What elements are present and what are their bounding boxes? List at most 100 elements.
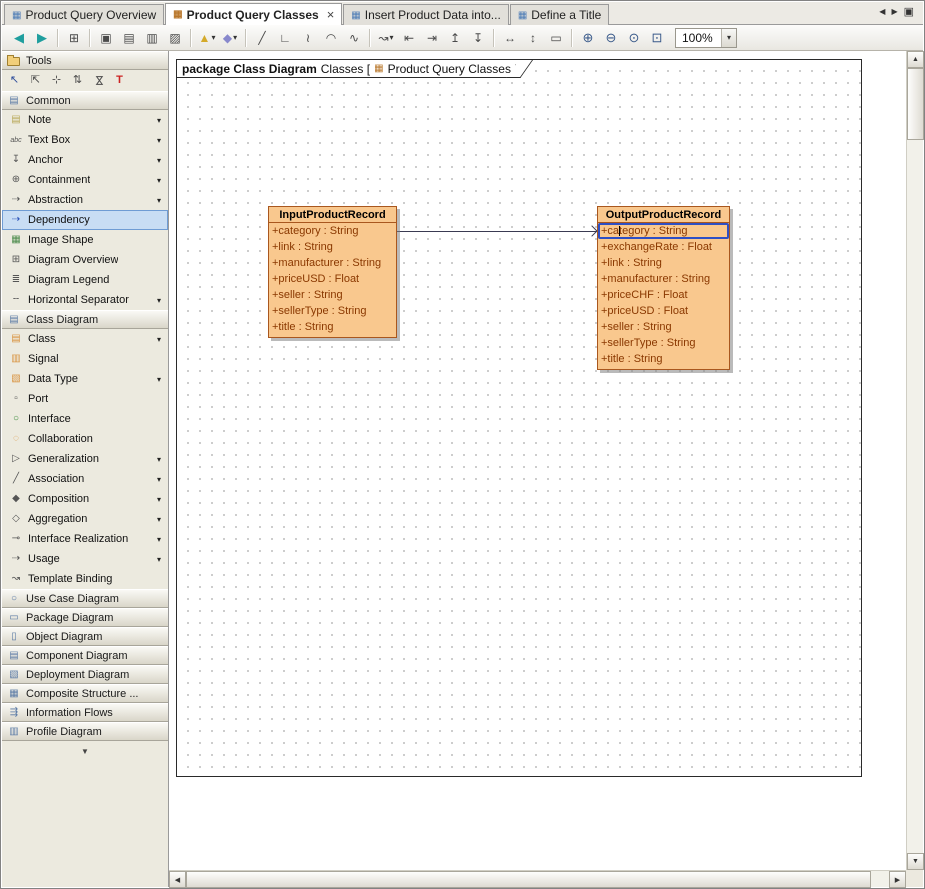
palette-header-component-diagram[interactable]: ▤ Component Diagram [2,646,168,665]
bezier-path-button[interactable]: ≀ [297,27,319,49]
palette-item-abstraction[interactable]: ⇢ Abstraction ▾ [2,190,168,210]
class-attribute[interactable]: +seller : String [269,287,396,303]
palette-item-association[interactable]: ╱ Association ▾ [2,469,168,489]
palette-item-port[interactable]: ▫ Port [2,389,168,409]
swimlane-tool-button[interactable]: ◆ ▾ [219,27,241,49]
class-attribute[interactable]: +title : String [269,319,396,335]
zoom-in-button[interactable]: ⊕ [577,27,599,49]
palette-header-package-diagram[interactable]: ▭ Package Diagram [2,608,168,627]
palette-item-anchor[interactable]: ↧ Anchor ▾ [2,150,168,170]
scroll-right-icon[interactable]: ▶ [889,871,906,888]
forward-button[interactable]: ▶ [31,27,53,49]
palette-item-note[interactable]: ▤ Note ▾ [2,110,168,130]
same-width-button[interactable]: ↔ [499,27,521,49]
class-attribute[interactable]: +priceUSD : Float [269,271,396,287]
same-height-button[interactable]: ↕ [522,27,544,49]
back-button[interactable]: ◀ [8,27,30,49]
palette-item-interface-realization[interactable]: ⊸ Interface Realization ▾ [2,529,168,549]
palette-item-aggregation[interactable]: ◇ Aggregation ▾ [2,509,168,529]
palette-dropdown-arrow-icon[interactable]: ▾ [157,475,164,484]
class-attribute[interactable]: +sellerType : String [269,303,396,319]
palette-item-diagram-legend[interactable]: ≣ Diagram Legend [2,270,168,290]
vertical-scrollbar-thumb[interactable] [907,68,924,140]
horizontal-scrollbar-thumb[interactable] [186,871,871,888]
palette-header-composite-structure[interactable]: ▦ Composite Structure ... [2,684,168,703]
class-attribute[interactable]: +exchangeRate : Float [598,239,729,255]
palette-header-deployment-diagram[interactable]: ▧ Deployment Diagram [2,665,168,684]
palette-item-usage[interactable]: ⇢ Usage ▾ [2,549,168,569]
palette-header-object-diagram[interactable]: ▯ Object Diagram [2,627,168,646]
class-attribute[interactable]: +category : String [598,223,729,239]
tab-product-query-classes[interactable]: ▦ Product Query Classes × [165,3,342,25]
pan-tool-button[interactable]: ⊹ [47,72,66,90]
palette-item-diagram-overview[interactable]: ⊞ Diagram Overview [2,250,168,270]
class-attribute[interactable]: +seller : String [598,319,729,335]
paste-button[interactable]: ▤ [118,27,140,49]
tab-insert-product-data[interactable]: ▦ Insert Product Data into... [343,4,509,25]
shape-tool-button[interactable]: ▲ ▾ [196,27,218,49]
zoom-out-button[interactable]: ⊖ [600,27,622,49]
palette-item-text-box[interactable]: abc Text Box ▾ [2,130,168,150]
insert-right-button[interactable]: ⇥ [421,27,443,49]
palette-dropdown-arrow-icon[interactable]: ▾ [157,555,164,564]
diagram-canvas[interactable]: package Class Diagram Classes [ ▦ Produc… [169,51,906,870]
palette-header-tools[interactable]: Tools [2,51,168,70]
palette-item-class[interactable]: ▤ Class ▾ [2,329,168,349]
class-name[interactable]: InputProductRecord [269,207,396,223]
palette-header-common[interactable]: ▤ Common [2,91,168,110]
class-attribute[interactable]: +manufacturer : String [269,255,396,271]
uml-class-input-product-record[interactable]: InputProductRecord +category : String +l… [268,206,397,338]
palette-header-profile-diagram[interactable]: ▥ Profile Diagram [2,722,168,741]
palette-item-interface[interactable]: ○ Interface [2,409,168,429]
marquee-tool-button[interactable]: ⇱ [26,72,45,90]
close-icon[interactable]: × [327,10,335,20]
zoom-1-1-button[interactable]: ⊙ [623,27,645,49]
class-attribute[interactable]: +priceUSD : Float [598,303,729,319]
dependency-connector[interactable] [397,231,597,232]
tab-product-query-overview[interactable]: ▦ Product Query Overview [4,4,164,25]
text-tool-button[interactable]: T [110,72,129,90]
palette-dropdown-arrow-icon[interactable]: ▾ [157,196,164,205]
select-in-containment-tree-button[interactable]: ⊞ [63,27,85,49]
rectilinear-path-button[interactable]: ∟ [274,27,296,49]
curve-path-button[interactable]: ◠ [320,27,342,49]
palette-item-composition[interactable]: ◆ Composition ▾ [2,489,168,509]
clone-button[interactable]: ▨ [164,27,186,49]
scroll-up-icon[interactable]: ▲ [907,51,924,68]
class-attribute[interactable]: +category : String [269,223,396,239]
palette-dropdown-arrow-icon[interactable]: ▾ [157,296,164,305]
class-attribute[interactable]: +link : String [598,255,729,271]
palette-item-template-binding[interactable]: ↝ Template Binding [2,569,168,589]
class-attribute[interactable]: +sellerType : String [598,335,729,351]
palette-item-generalization[interactable]: ▷ Generalization ▾ [2,449,168,469]
same-size-button[interactable]: ▭ [545,27,567,49]
palette-dropdown-arrow-icon[interactable]: ▾ [157,156,164,165]
paste-special-button[interactable]: ▥ [141,27,163,49]
palette-dropdown-arrow-icon[interactable]: ▾ [157,455,164,464]
horizontal-scrollbar[interactable]: ◀ ▶ [169,870,906,887]
tab-scroll-left-icon[interactable]: ◀ [879,7,885,16]
insert-left-button[interactable]: ⇤ [398,27,420,49]
palette-dropdown-arrow-icon[interactable]: ▾ [157,375,164,384]
palette-header-class-diagram[interactable]: ▤ Class Diagram [2,310,168,329]
class-attribute[interactable]: +link : String [269,239,396,255]
palette-item-containment[interactable]: ⊕ Containment ▾ [2,170,168,190]
spline-path-button[interactable]: ∿ [343,27,365,49]
palette-item-signal[interactable]: ▥ Signal [2,349,168,369]
palette-item-dependency[interactable]: ⇢ Dependency [2,210,168,230]
class-attribute[interactable]: +manufacturer : String [598,271,729,287]
class-attribute[interactable]: +title : String [598,351,729,367]
combo-arrow-icon[interactable]: ▾ [721,29,736,47]
zoom-fit-button[interactable]: ⊡ [646,27,668,49]
palette-dropdown-arrow-icon[interactable]: ▾ [157,535,164,544]
oblique-path-button[interactable]: ╱ [251,27,273,49]
palette-header-information-flows[interactable]: ⇶ Information Flows [2,703,168,722]
zoom-level-select[interactable]: 100% ▾ [675,28,737,48]
palette-dropdown-arrow-icon[interactable]: ▾ [157,136,164,145]
palette-dropdown-arrow-icon[interactable]: ▾ [157,495,164,504]
palette-item-image-shape[interactable]: ▦ Image Shape [2,230,168,250]
scroll-down-icon[interactable]: ▼ [907,853,924,870]
select-tool-button[interactable]: ↖ [5,72,24,90]
copy-button[interactable]: ▣ [95,27,117,49]
tab-define-a-title[interactable]: ▦ Define a Title [510,4,610,25]
